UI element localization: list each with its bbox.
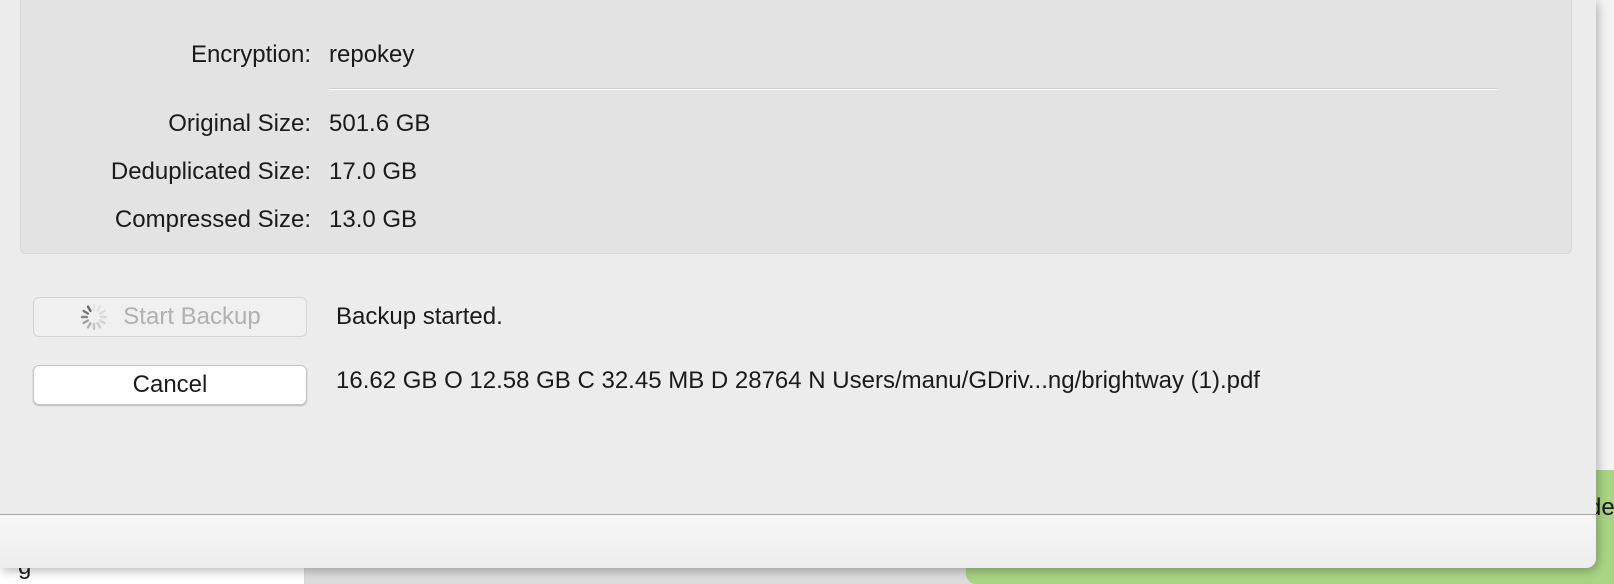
original-size-label: Original Size: bbox=[168, 110, 311, 137]
background-sidebar-text: g bbox=[18, 566, 32, 580]
encryption-value: repokey bbox=[329, 41, 415, 68]
divider bbox=[329, 88, 1497, 90]
backup-sheet: Encryption: repokey Original Size: 501.6… bbox=[0, 0, 1596, 568]
sheet-bottom-bar bbox=[0, 514, 1596, 568]
background-sidebar: g bbox=[0, 566, 305, 584]
cancel-label: Cancel bbox=[132, 371, 208, 398]
original-size-value: 501.6 GB bbox=[329, 110, 431, 137]
compressed-size-value: 13.0 GB bbox=[329, 206, 418, 233]
cancel-button[interactable]: Cancel bbox=[33, 365, 307, 405]
backup-status-text: Backup started. bbox=[336, 303, 503, 330]
spinner-icon bbox=[79, 302, 109, 332]
start-backup-button[interactable]: Start Backup bbox=[33, 297, 307, 337]
encryption-label: Encryption: bbox=[190, 41, 311, 68]
backup-progress-text: 16.62 GB O 12.58 GB C 32.45 MB D 28764 N… bbox=[336, 367, 1260, 394]
deduplicated-size-value: 17.0 GB bbox=[329, 158, 418, 185]
deduplicated-size-label: Deduplicated Size: bbox=[110, 158, 311, 185]
repository-info-panel: Encryption: repokey Original Size: 501.6… bbox=[20, 0, 1572, 254]
start-backup-label: Start Backup bbox=[123, 303, 261, 330]
compressed-size-label: Compressed Size: bbox=[114, 206, 311, 233]
